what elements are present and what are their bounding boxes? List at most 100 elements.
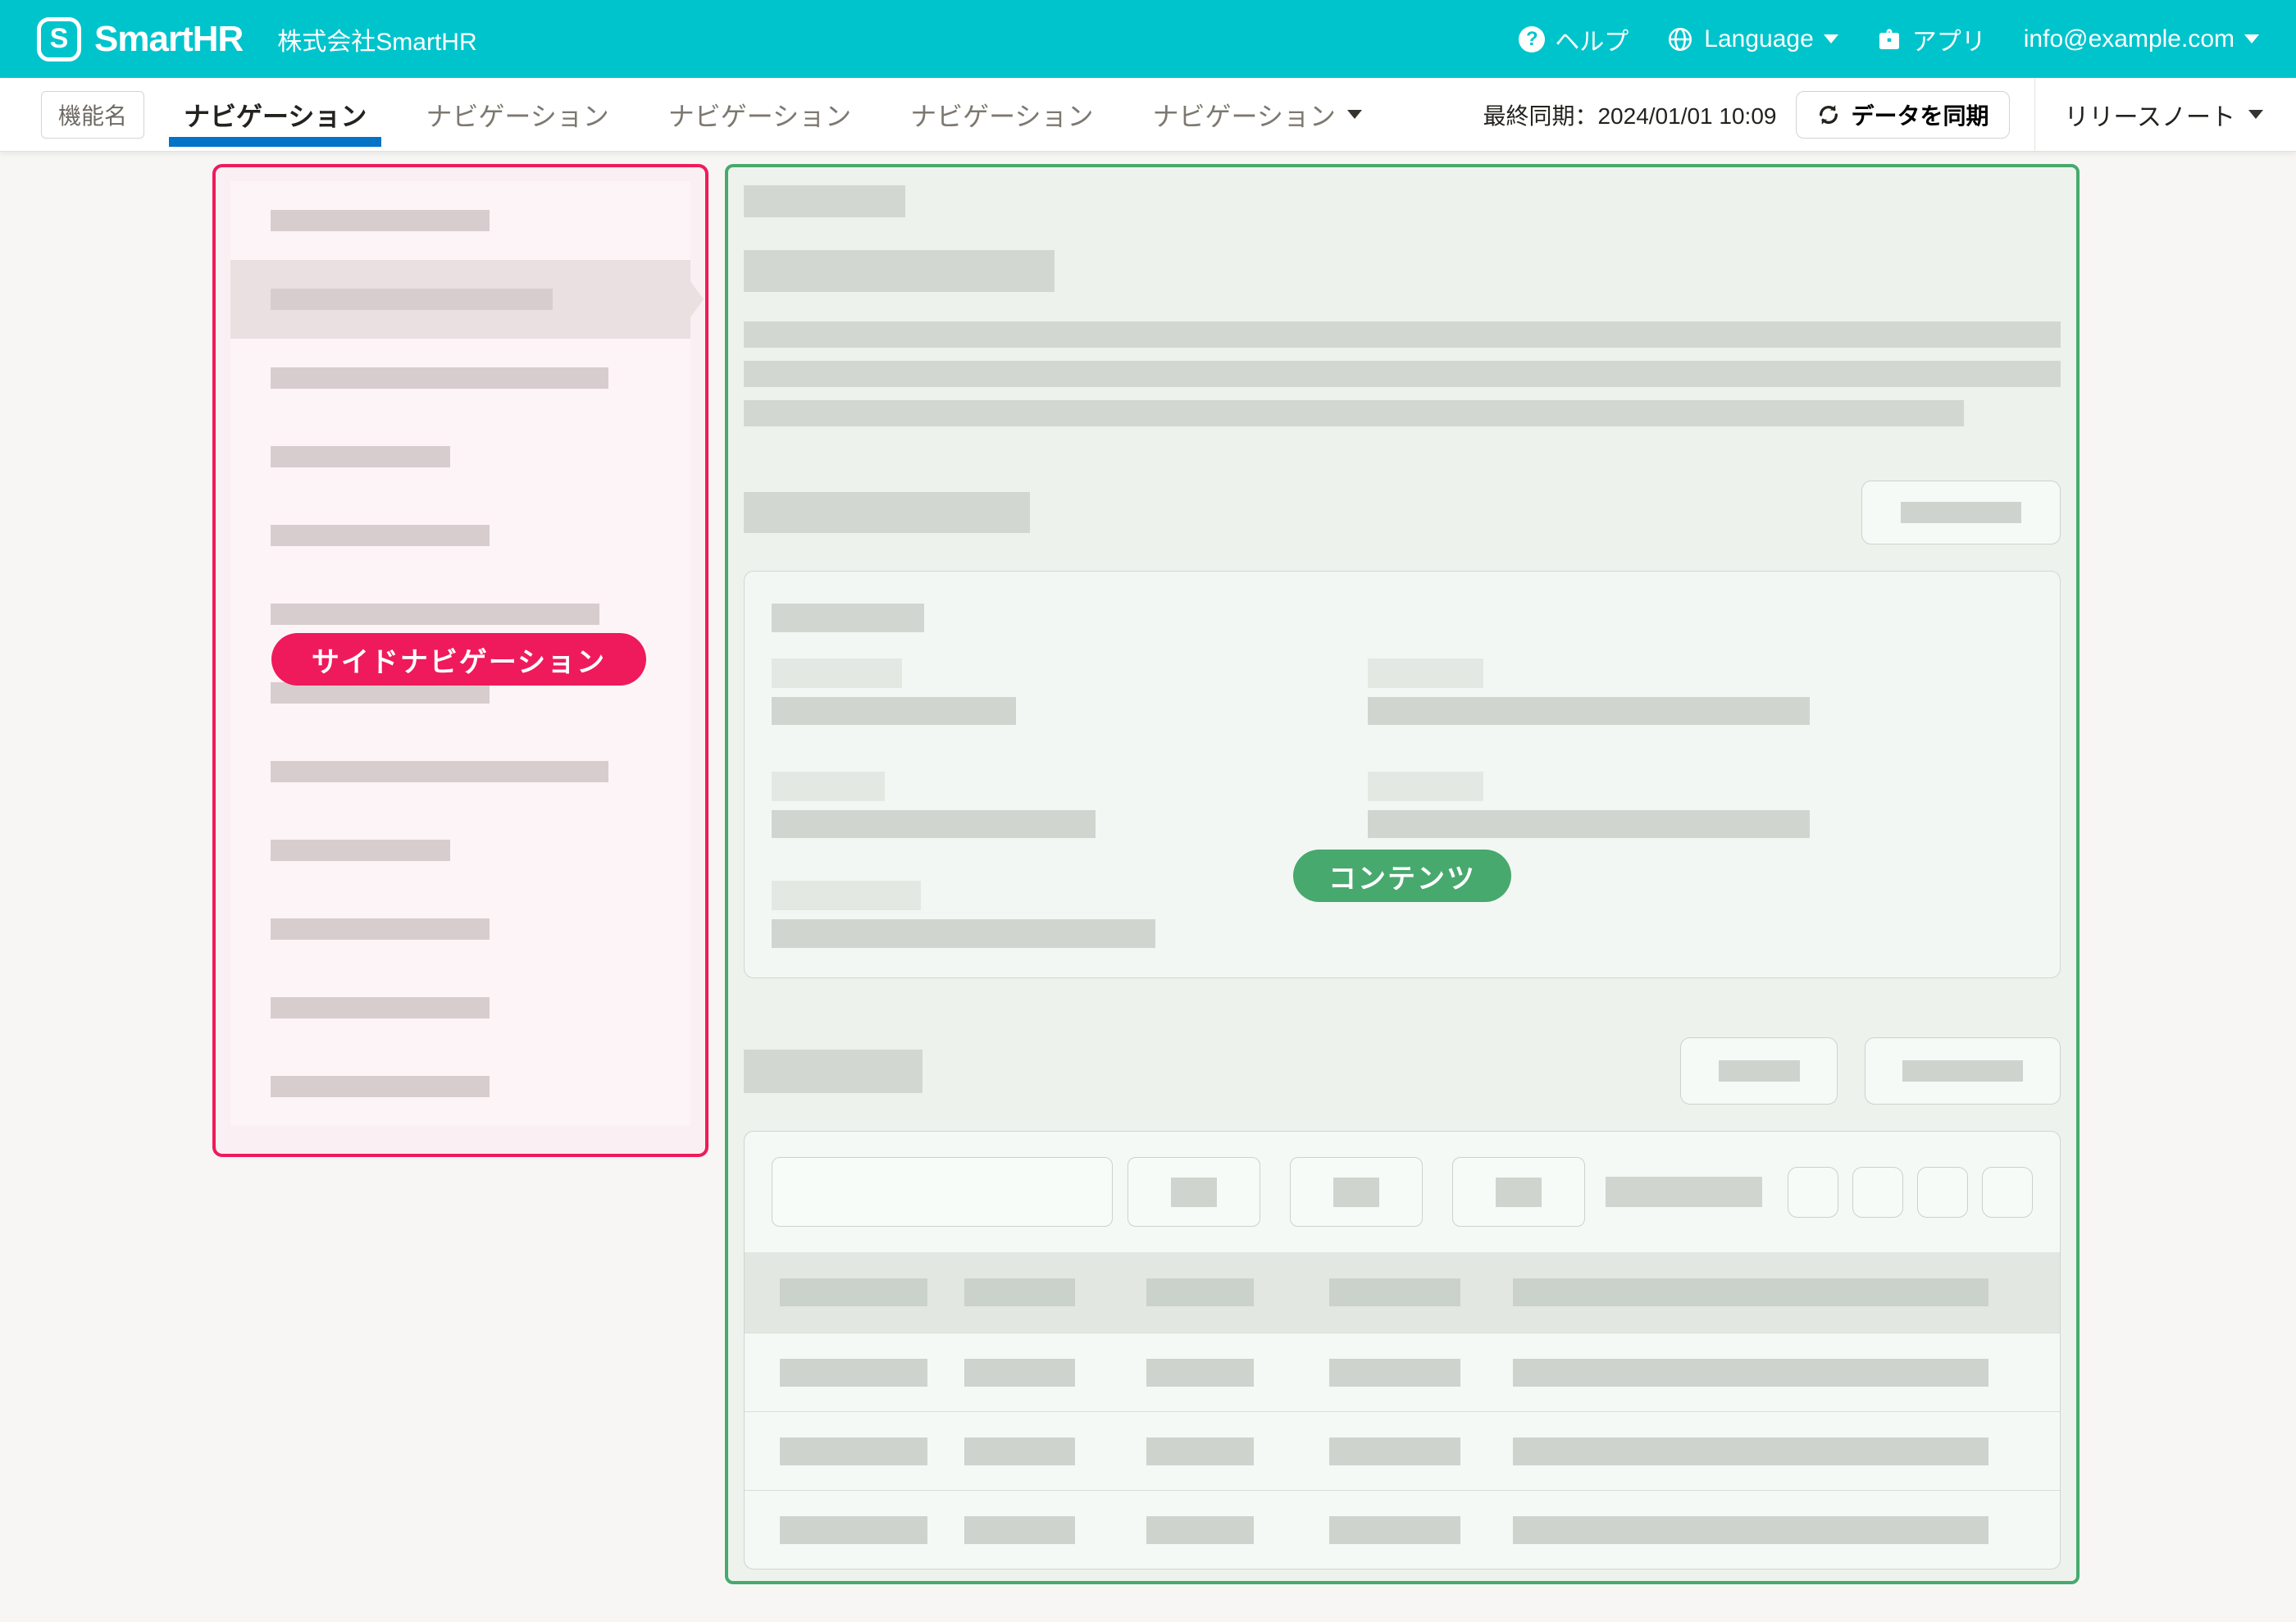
page-title-skeleton xyxy=(744,250,1055,292)
table-action-button[interactable] xyxy=(1680,1037,1838,1105)
release-notes-label: リリースノート xyxy=(2065,97,2236,133)
sidebar-item-label-skeleton xyxy=(271,1076,490,1097)
sidebar-item-skeleton[interactable] xyxy=(230,811,690,890)
table-section-header-row xyxy=(744,1037,2061,1105)
apps-link[interactable]: アプリ xyxy=(1876,21,1986,57)
table-body xyxy=(745,1333,2060,1569)
table-row[interactable] xyxy=(745,1411,2060,1490)
nav-tab-label: ナビゲーション xyxy=(668,96,851,134)
table-cell-skeleton xyxy=(1146,1516,1254,1544)
sidebar-item-skeleton[interactable] xyxy=(230,968,690,1047)
sync-data-button[interactable]: データを同期 xyxy=(1796,91,2009,139)
main-area: サイドナビゲーション xyxy=(0,152,2296,1622)
release-notes-dropdown[interactable]: リリースノート xyxy=(2035,97,2264,133)
table-cell-skeleton xyxy=(964,1278,1075,1306)
table-header-row xyxy=(745,1252,2060,1333)
filter-select[interactable] xyxy=(1128,1157,1260,1227)
table-cell-skeleton xyxy=(1146,1278,1254,1306)
pagination-controls xyxy=(1788,1167,2033,1218)
content-region: コンテンツ xyxy=(725,164,2080,1584)
table-cell-skeleton xyxy=(1329,1437,1460,1465)
account-email: info@example.com xyxy=(2024,25,2234,53)
nav-tab-1[interactable]: ナビゲーション xyxy=(169,78,381,151)
sidebar-item-label-skeleton xyxy=(271,918,490,940)
sidebar-item-label-skeleton xyxy=(271,210,490,231)
field-label-skeleton xyxy=(1368,658,1483,688)
sidebar-item-skeleton[interactable] xyxy=(230,732,690,811)
filter-text-skeleton xyxy=(1606,1177,1762,1207)
pagination-button[interactable] xyxy=(1982,1167,2033,1218)
account-dropdown[interactable]: info@example.com xyxy=(2024,25,2259,53)
apps-label: アプリ xyxy=(1912,21,1986,57)
company-name: 株式会社SmartHR xyxy=(277,21,476,57)
sidebar-item-label-skeleton xyxy=(271,525,490,546)
search-input[interactable] xyxy=(772,1157,1113,1227)
table-row[interactable] xyxy=(745,1333,2060,1411)
button-label-skeleton xyxy=(1901,502,2021,523)
pagination-button[interactable] xyxy=(1788,1167,1838,1218)
sidebar-item-skeleton[interactable] xyxy=(230,181,690,260)
table-action-button[interactable] xyxy=(1865,1037,2061,1105)
nav-tab-5-dropdown[interactable]: ナビゲーション xyxy=(1138,78,1377,151)
table-cell-skeleton xyxy=(780,1359,927,1387)
nav-tab-3[interactable]: ナビゲーション xyxy=(654,78,866,151)
sidebar-item-skeleton[interactable] xyxy=(230,496,690,575)
chevron-down-icon xyxy=(1824,34,1838,43)
table-cell-skeleton xyxy=(1329,1278,1460,1306)
app-nav: 機能名 ナビゲーション ナビゲーション ナビゲーション ナビゲーション ナビゲー… xyxy=(0,78,2296,152)
field-skeleton xyxy=(772,881,1368,948)
filter-select[interactable] xyxy=(1290,1157,1423,1227)
breadcrumb-skeleton xyxy=(744,185,905,217)
field-label-skeleton xyxy=(772,772,885,801)
sidebar-item-label-skeleton xyxy=(271,997,490,1018)
side-navigation-region: サイドナビゲーション xyxy=(212,164,708,1157)
nav-tab-2[interactable]: ナビゲーション xyxy=(411,78,623,151)
sidebar-item-skeleton[interactable] xyxy=(230,1047,690,1126)
sidebar-item-skeleton[interactable] xyxy=(230,339,690,417)
filter-select[interactable] xyxy=(1452,1157,1585,1227)
logo-text: SmartHR xyxy=(94,19,243,60)
sidebar-item-label-skeleton xyxy=(271,367,608,389)
nav-tabs: ナビゲーション ナビゲーション ナビゲーション ナビゲーション ナビゲーション xyxy=(169,78,1406,151)
table-cell-skeleton xyxy=(780,1516,927,1544)
nav-tab-label: ナビゲーション xyxy=(184,96,367,134)
language-dropdown[interactable]: Language xyxy=(1666,25,1838,53)
help-link[interactable]: ? ヘルプ xyxy=(1519,21,1629,57)
section-title-skeleton xyxy=(744,1050,922,1093)
sidebar-item-skeleton[interactable] xyxy=(230,260,690,339)
nav-tab-4[interactable]: ナビゲーション xyxy=(895,78,1108,151)
sidebar-item-skeleton[interactable] xyxy=(230,890,690,968)
nav-tab-label: ナビゲーション xyxy=(1153,96,1336,134)
chevron-down-icon xyxy=(1347,110,1362,119)
briefcase-icon xyxy=(1876,26,1902,52)
select-value-skeleton xyxy=(1496,1178,1542,1207)
field-value-skeleton xyxy=(772,810,1096,838)
chevron-down-icon xyxy=(2248,110,2263,119)
field-label-skeleton xyxy=(772,881,921,910)
table-cell-skeleton xyxy=(1513,1359,1988,1387)
pagination-button[interactable] xyxy=(1917,1167,1968,1218)
button-label-skeleton xyxy=(1902,1060,2023,1082)
nav-right: 最終同期：2024/01/01 10:09 データを同期 リリースノート xyxy=(1483,78,2296,151)
select-value-skeleton xyxy=(1333,1178,1379,1207)
table-cell-skeleton xyxy=(1146,1359,1254,1387)
sidebar-item-skeleton[interactable] xyxy=(230,417,690,496)
field-skeleton xyxy=(772,658,1368,725)
table-row[interactable] xyxy=(745,1490,2060,1569)
field-skeleton xyxy=(772,772,1368,838)
sidebar-item-label-skeleton xyxy=(271,604,599,625)
button-label-skeleton xyxy=(1719,1060,1800,1082)
side-navigation-annotation-badge: サイドナビゲーション xyxy=(271,633,646,686)
table-cell-skeleton xyxy=(1329,1359,1460,1387)
table-cell-skeleton xyxy=(964,1516,1075,1544)
field-value-skeleton xyxy=(772,919,1155,948)
chevron-down-icon xyxy=(2244,34,2259,43)
nav-tab-label: ナビゲーション xyxy=(426,96,608,134)
table-cell-skeleton xyxy=(964,1359,1075,1387)
section-action-button[interactable] xyxy=(1861,481,2061,544)
pagination-button[interactable] xyxy=(1852,1167,1903,1218)
text-line-skeleton xyxy=(744,321,2061,348)
smarthr-logo[interactable]: S SmartHR xyxy=(37,17,243,62)
text-line-skeleton xyxy=(744,361,2061,387)
table-filter-bar xyxy=(745,1132,2060,1252)
